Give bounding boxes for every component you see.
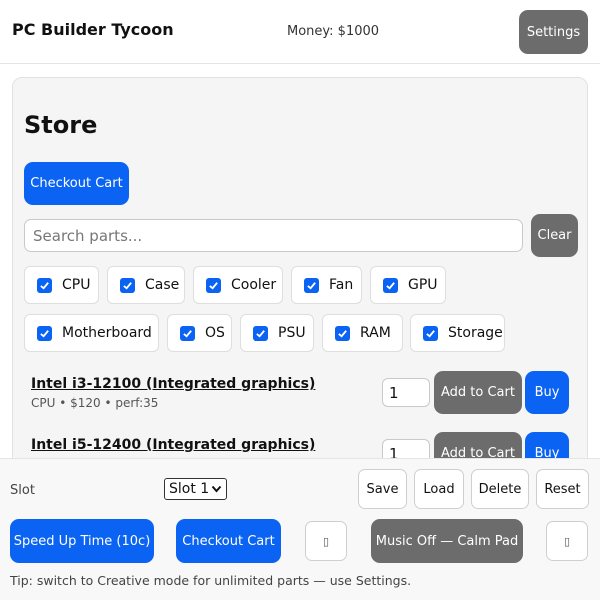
filter-case[interactable]: Case xyxy=(107,266,185,304)
chevron-down-icon xyxy=(211,482,222,500)
money-display: Money: $1000 xyxy=(287,24,380,39)
search-input[interactable] xyxy=(24,219,523,252)
reset-button[interactable]: Reset xyxy=(536,469,589,509)
filter-label: Case xyxy=(145,277,180,293)
checkout-cart-button[interactable]: Checkout Cart xyxy=(24,162,129,205)
filter-label: Storage xyxy=(448,325,503,341)
checkbox-checked-icon[interactable] xyxy=(206,277,221,293)
filter-label: RAM xyxy=(360,325,391,341)
filter-label: Cooler xyxy=(231,277,277,293)
music-toggle-button[interactable]: Music Off — Calm Pad xyxy=(371,519,523,563)
part-name-link[interactable]: Intel i5-12400 (Integrated graphics) xyxy=(31,437,315,453)
filter-storage[interactable]: Storage xyxy=(410,314,505,352)
quantity-input[interactable] xyxy=(382,378,430,407)
filter-fan[interactable]: Fan xyxy=(291,266,362,304)
top-bar: PC Builder Tycoon Money: $1000 Settings xyxy=(0,0,600,64)
checkbox-checked-icon[interactable] xyxy=(120,277,135,293)
clear-button[interactable]: Clear xyxy=(531,214,578,257)
checkbox-checked-icon[interactable] xyxy=(304,277,319,293)
filter-label: CPU xyxy=(62,277,91,293)
settings-button[interactable]: Settings xyxy=(519,10,588,54)
buy-button[interactable]: Buy xyxy=(525,371,569,414)
filter-cpu[interactable]: CPU xyxy=(24,266,99,304)
checkbox-checked-icon[interactable] xyxy=(180,325,195,341)
part-row: Intel i3-12100 (Integrated graphics) CPU… xyxy=(13,371,587,436)
slot-label: Slot xyxy=(10,483,35,498)
filter-label: Fan xyxy=(329,277,354,293)
delete-button[interactable]: Delete xyxy=(471,469,529,509)
store-title: Store xyxy=(24,111,98,139)
part-name-link[interactable]: Intel i3-12100 (Integrated graphics) xyxy=(31,376,315,392)
checkbox-checked-icon[interactable] xyxy=(37,277,52,293)
filter-label: Motherboard xyxy=(62,325,152,341)
save-button[interactable]: Save xyxy=(358,469,407,509)
filter-psu[interactable]: PSU xyxy=(240,314,314,352)
checkbox-checked-icon[interactable] xyxy=(423,325,438,341)
load-button[interactable]: Load xyxy=(414,469,464,509)
bottom-toolbar: Slot Slot 1 Save Load Delete Reset Speed… xyxy=(0,458,600,600)
store-panel: Store Checkout Cart Clear CPU Case Coole… xyxy=(12,77,588,477)
filter-ram[interactable]: RAM xyxy=(322,314,403,352)
filter-label: PSU xyxy=(278,325,306,341)
filter-motherboard[interactable]: Motherboard xyxy=(24,314,159,352)
checkbox-checked-icon[interactable] xyxy=(383,277,398,293)
missing-glyph-icon[interactable]: ▯ xyxy=(546,521,588,561)
speed-up-time-button[interactable]: Speed Up Time (10c) xyxy=(10,519,154,563)
tip-text: Tip: switch to Creative mode for unlimit… xyxy=(10,573,412,588)
app-title: PC Builder Tycoon xyxy=(12,20,174,39)
part-meta: CPU • $120 • perf:35 xyxy=(31,396,159,410)
slot-select[interactable]: Slot 1 xyxy=(164,478,227,500)
filter-os[interactable]: OS xyxy=(167,314,232,352)
checkbox-checked-icon[interactable] xyxy=(335,325,350,341)
filter-gpu[interactable]: GPU xyxy=(370,266,446,304)
missing-glyph-icon[interactable]: ▯ xyxy=(305,521,347,561)
filter-cooler[interactable]: Cooler xyxy=(193,266,283,304)
checkbox-checked-icon[interactable] xyxy=(37,325,52,341)
filter-label: OS xyxy=(205,325,225,341)
checkbox-checked-icon[interactable] xyxy=(253,325,268,341)
checkout-cart-button-bottom[interactable]: Checkout Cart xyxy=(176,519,281,563)
slot-select-value: Slot 1 xyxy=(169,481,210,497)
add-to-cart-button[interactable]: Add to Cart xyxy=(434,371,522,414)
filter-label: GPU xyxy=(408,277,438,293)
